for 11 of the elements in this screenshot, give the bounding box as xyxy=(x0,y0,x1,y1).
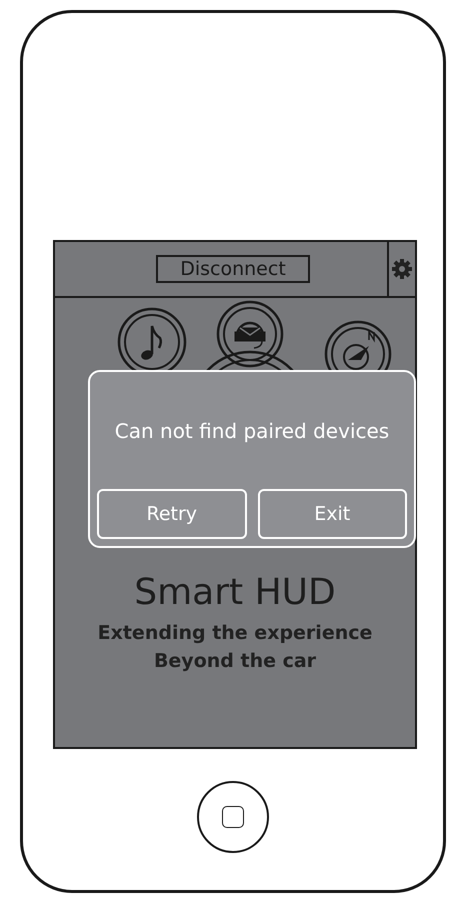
app-title: Smart HUD xyxy=(133,572,337,613)
tagline: Beyond the car xyxy=(154,649,316,674)
disconnect-button[interactable]: Disconnect xyxy=(156,255,310,283)
dialog-button[interactable]: Retry xyxy=(97,489,246,539)
dialog-button[interactable]: Exit xyxy=(258,489,407,539)
alert-message: Can not find paired devices xyxy=(114,418,390,442)
settings-button[interactable] xyxy=(387,242,415,296)
settings-icon xyxy=(392,259,412,279)
headset-mail-button[interactable] xyxy=(216,300,284,368)
home-button[interactable] xyxy=(197,781,269,853)
tagline: Extending the experience xyxy=(98,621,372,646)
